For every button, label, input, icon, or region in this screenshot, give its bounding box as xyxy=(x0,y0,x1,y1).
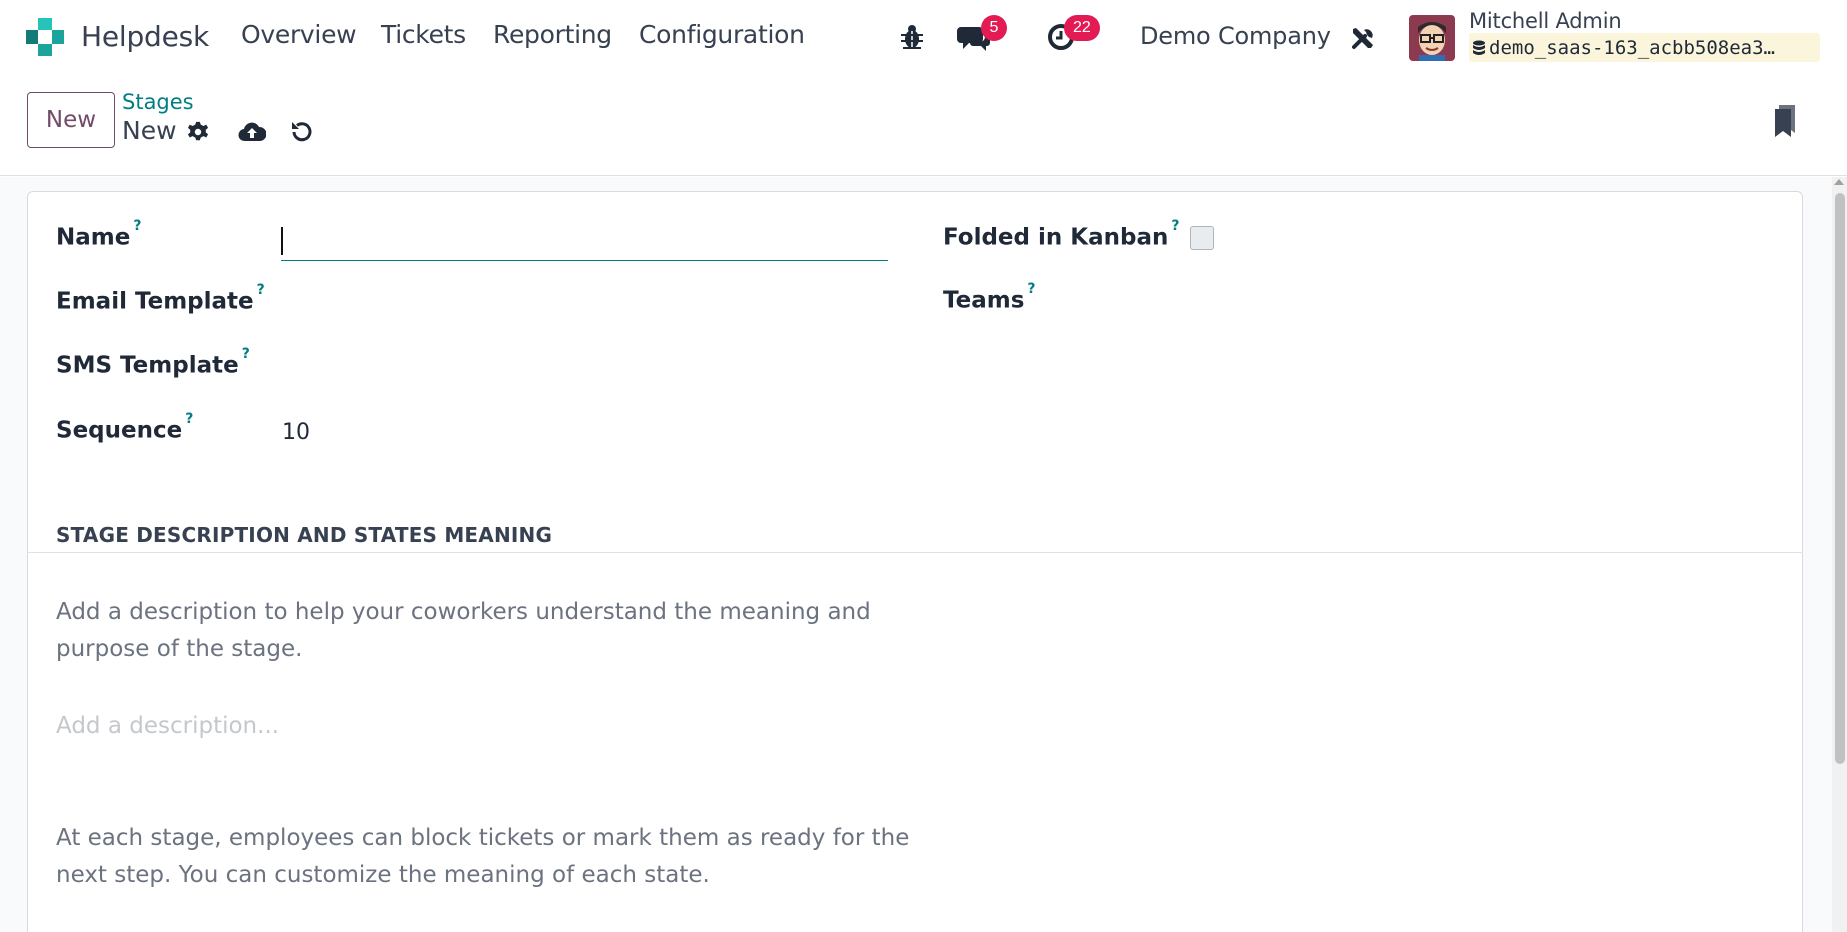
app-brand[interactable]: Helpdesk xyxy=(24,16,209,58)
bookmark-icon[interactable] xyxy=(1773,105,1797,137)
messages-badge: 5 xyxy=(981,15,1007,41)
gear-icon[interactable] xyxy=(187,121,209,143)
folded-in-kanban-checkbox[interactable] xyxy=(1190,226,1214,250)
folded-help-icon[interactable]: ? xyxy=(1171,218,1179,234)
database-label: demo_saas-163_acbb508ea3… xyxy=(1489,36,1775,59)
section-divider xyxy=(28,552,1803,553)
sequence-label: Sequence? xyxy=(56,411,194,444)
control-panel: New Stages New xyxy=(0,76,1847,176)
bug-icon[interactable] xyxy=(900,24,924,50)
menu-reporting[interactable]: Reporting xyxy=(493,20,612,49)
teams-help-icon[interactable]: ? xyxy=(1027,281,1035,297)
states-help: At each stage, employees can block ticke… xyxy=(56,825,910,888)
sequence-value[interactable]: 10 xyxy=(282,420,310,445)
app-name[interactable]: Helpdesk xyxy=(81,20,209,53)
tools-icon[interactable] xyxy=(1350,25,1376,51)
database-icon xyxy=(1473,40,1485,55)
form-view xyxy=(0,177,1847,932)
sms-template-help-icon[interactable]: ? xyxy=(242,346,250,362)
menu-tickets[interactable]: Tickets xyxy=(381,20,466,49)
folded-in-kanban-label: Folded in Kanban? xyxy=(943,218,1180,251)
sms-template-label: SMS Template? xyxy=(56,346,250,379)
email-template-label: Email Template? xyxy=(56,282,265,315)
top-navbar: Helpdesk Overview Tickets Reporting Conf… xyxy=(0,0,1847,76)
name-input[interactable] xyxy=(281,225,888,261)
name-label: Name? xyxy=(56,218,142,251)
breadcrumb-current: New xyxy=(122,116,177,145)
helpdesk-logo-icon xyxy=(26,18,64,56)
stage-description-help: Add a description to help your coworkers… xyxy=(56,599,871,662)
activities-badge: 22 xyxy=(1064,15,1100,41)
name-help-icon[interactable]: ? xyxy=(133,218,141,234)
description-editor[interactable]: Add a description... xyxy=(56,713,279,739)
undo-icon[interactable] xyxy=(289,120,313,144)
company-switcher[interactable]: Demo Company xyxy=(1140,22,1331,50)
breadcrumb-stages[interactable]: Stages xyxy=(122,90,194,114)
cloud-upload-icon[interactable] xyxy=(238,120,266,142)
sequence-help-icon[interactable]: ? xyxy=(185,411,193,427)
new-button[interactable]: New xyxy=(27,92,115,148)
text-cursor xyxy=(281,227,283,255)
teams-label: Teams? xyxy=(943,281,1036,314)
section-title: STAGE DESCRIPTION AND STATES MEANING xyxy=(56,523,553,547)
scroll-up-arrow[interactable] xyxy=(1834,179,1844,185)
menu-overview[interactable]: Overview xyxy=(241,20,357,49)
menu-configuration[interactable]: Configuration xyxy=(639,20,805,49)
email-template-help-icon[interactable]: ? xyxy=(257,282,265,298)
user-avatar[interactable] xyxy=(1409,15,1455,61)
database-name: demo_saas-163_acbb508ea3… xyxy=(1469,33,1820,62)
user-name[interactable]: Mitchell Admin xyxy=(1469,9,1622,33)
scroll-thumb[interactable] xyxy=(1835,193,1845,764)
